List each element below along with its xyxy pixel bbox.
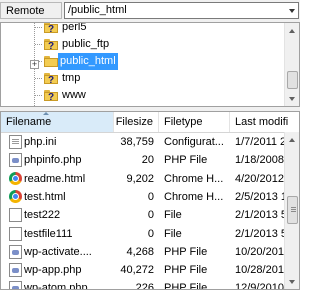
tree-item-label: public_ftp xyxy=(62,38,110,50)
file-name: wp-app.php xyxy=(24,264,82,277)
file-icon xyxy=(9,208,22,223)
file-modified: 12/9/2010 1... xyxy=(235,282,285,290)
remote-site-label: Remote site: xyxy=(0,2,62,34)
file-icon xyxy=(9,226,22,241)
remote-path-input[interactable]: /public_html xyxy=(64,2,288,19)
file-type: File xyxy=(164,227,182,240)
scrollbar-thumb[interactable] xyxy=(287,196,298,224)
file-type: PHP File xyxy=(164,264,208,277)
file-modified: 10/20/2011 ... xyxy=(235,245,285,258)
file-row[interactable]: test.html 0 Chrome H... 2/5/2013 10... xyxy=(1,188,285,206)
expand-toggle[interactable]: + xyxy=(30,60,39,69)
scroll-down-icon[interactable] xyxy=(285,274,299,289)
scroll-up-icon[interactable] xyxy=(285,132,299,147)
file-row[interactable]: test222 0 File 2/1/2013 5:... xyxy=(1,206,285,224)
file-size: 4,268 xyxy=(126,245,154,258)
tree-item-label: www xyxy=(62,89,86,101)
file-modified: 2/5/2013 10... xyxy=(235,190,285,203)
remote-file-list: Filename Filesize Filetype Last modifi p… xyxy=(0,111,300,290)
file-name: test222 xyxy=(24,209,61,222)
path-dropdown-button[interactable] xyxy=(287,2,299,19)
scroll-up-icon[interactable] xyxy=(285,23,299,38)
file-type: PHP File xyxy=(164,282,208,290)
file-modified: 10/28/2011 ... xyxy=(235,264,285,277)
column-last-modified[interactable]: Last modifi xyxy=(230,112,299,132)
folder-unknown-icon: ? xyxy=(44,23,58,35)
tree-item-label: tmp xyxy=(62,72,81,84)
tree-item-label: perl5 xyxy=(62,22,87,33)
chrome-icon xyxy=(9,189,22,203)
file-size: 40,272 xyxy=(120,264,154,277)
document-icon xyxy=(9,135,22,149)
column-filename[interactable]: Filename xyxy=(1,112,114,132)
file-row[interactable]: php.ini 38,759 Configurat... 1/7/2011 2... xyxy=(1,133,285,151)
file-type: PHP File xyxy=(164,154,208,167)
file-name: readme.html xyxy=(24,172,86,185)
file-row[interactable]: testfile111 0 File 2/1/2013 5:... xyxy=(1,225,285,243)
file-size: 0 xyxy=(147,227,154,240)
php-file-icon xyxy=(9,263,22,278)
folder-icon xyxy=(44,56,58,67)
folder-unknown-icon: ? xyxy=(44,39,58,52)
file-name: wp-activate.... xyxy=(24,245,92,258)
file-row[interactable]: readme.html 9,202 Chrome H... 4/20/2012 8..… xyxy=(1,170,285,188)
remote-site-bar: Remote site: /public_html xyxy=(0,0,300,34)
file-type: Configurat... xyxy=(164,136,224,148)
column-filesize[interactable]: Filesize xyxy=(114,112,159,132)
file-type: Chrome H... xyxy=(164,190,224,203)
tree-item-label: public_html xyxy=(58,53,118,70)
php-file-icon xyxy=(9,281,22,289)
file-row[interactable]: wp-activate.... 4,268 PHP File 10/20/2011 .… xyxy=(1,243,285,261)
file-name: wp-atom.php xyxy=(24,282,88,290)
file-row[interactable]: wp-app.php 40,272 PHP File 10/28/2011 ... xyxy=(1,261,285,279)
file-type: PHP File xyxy=(164,245,208,258)
file-name: testfile111 xyxy=(24,227,73,240)
file-size: 20 xyxy=(141,154,154,167)
file-list-header: Filename Filesize Filetype Last modifi xyxy=(1,112,299,133)
column-filetype[interactable]: Filetype xyxy=(159,112,230,132)
file-size: 0 xyxy=(147,190,154,203)
file-list-scrollbar[interactable] xyxy=(284,132,299,289)
file-modified: 4/20/2012 8... xyxy=(235,172,285,185)
file-modified: 1/18/2008 5... xyxy=(235,154,285,167)
scroll-down-icon[interactable] xyxy=(285,91,299,106)
file-name: php.ini xyxy=(24,136,57,148)
file-size: 0 xyxy=(147,209,154,222)
folder-unknown-icon: ? xyxy=(44,73,58,86)
file-type: File xyxy=(164,209,182,222)
file-row[interactable]: phpinfo.php 20 PHP File 1/18/2008 5... xyxy=(1,151,285,169)
file-size: 38,759 xyxy=(120,136,154,148)
file-name: test.html xyxy=(24,190,66,203)
file-size: 9,202 xyxy=(126,172,154,185)
tree-scrollbar[interactable] xyxy=(284,23,299,106)
scrollbar-thumb[interactable] xyxy=(287,71,298,89)
file-modified: 1/7/2011 2... xyxy=(235,136,285,148)
chrome-icon xyxy=(9,171,22,185)
php-file-icon xyxy=(9,153,22,168)
file-row[interactable]: wp-atom.php 226 PHP File 12/9/2010 1... xyxy=(1,279,285,290)
file-modified: 2/1/2013 5:... xyxy=(235,227,285,240)
php-file-icon xyxy=(9,244,22,259)
remote-directory-tree: ? perl5 ? public_ftp public_html + ? tmp… xyxy=(0,22,300,107)
file-size: 226 xyxy=(135,282,154,290)
file-modified: 2/1/2013 5:... xyxy=(235,209,285,222)
folder-unknown-icon: ? xyxy=(44,90,58,103)
file-name: phpinfo.php xyxy=(24,154,82,167)
file-type: Chrome H... xyxy=(164,172,224,185)
